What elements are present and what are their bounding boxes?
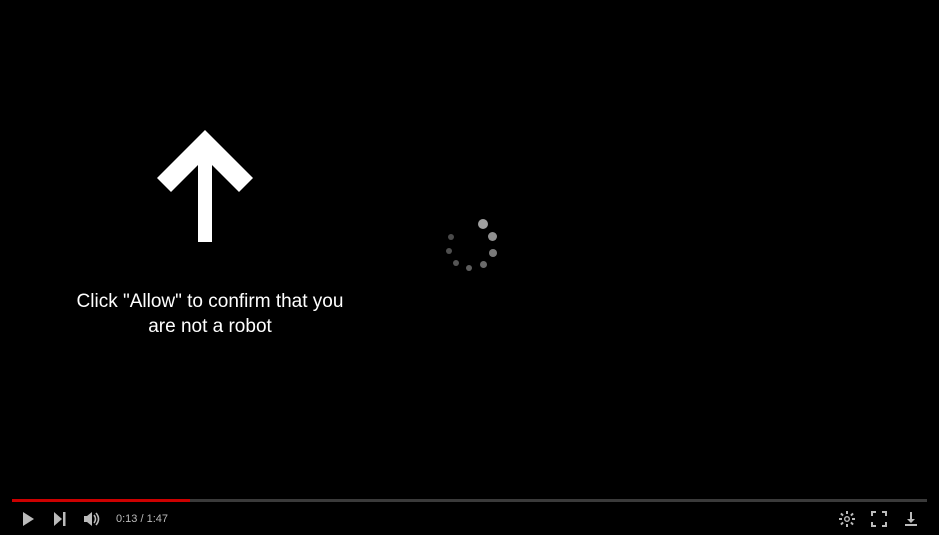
volume-button[interactable]: [76, 502, 110, 535]
play-button[interactable]: [12, 502, 44, 535]
volume-icon: [84, 511, 102, 527]
overlay-message: Click "Allow" to confirm that you are no…: [65, 290, 355, 339]
next-button[interactable]: [44, 502, 76, 535]
fullscreen-button[interactable]: [863, 502, 895, 535]
arrow-up-icon: [155, 130, 255, 242]
download-button[interactable]: [895, 502, 927, 535]
download-icon: [903, 511, 919, 527]
time-display: 0:13 / 1:47: [116, 513, 168, 525]
video-area: Click "Allow" to confirm that you are no…: [0, 0, 939, 499]
settings-button[interactable]: [831, 502, 863, 535]
current-time: 0:13: [116, 513, 137, 525]
time-separator: /: [137, 513, 146, 525]
duration: 1:47: [147, 513, 168, 525]
fullscreen-icon: [871, 511, 887, 527]
gear-icon: [839, 511, 855, 527]
play-icon: [20, 511, 36, 527]
player-controls: 0:13 / 1:47: [0, 502, 939, 535]
loading-spinner-icon: [444, 218, 498, 272]
next-icon: [52, 511, 68, 527]
